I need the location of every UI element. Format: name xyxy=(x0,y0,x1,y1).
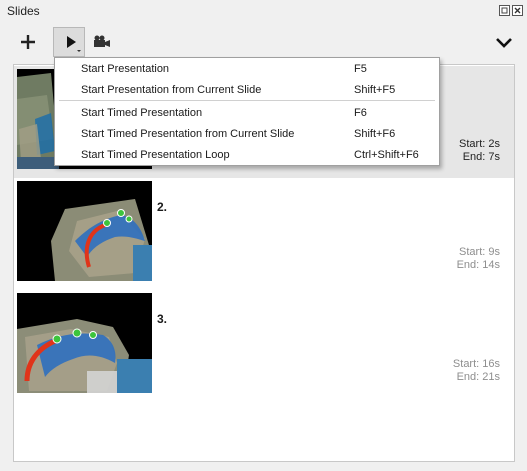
menu-item-start-timed-presentation-current-slide[interactable]: Start Timed Presentation from Current Sl… xyxy=(55,124,439,144)
slide-start-time: Start: 9s xyxy=(459,246,500,258)
float-window-icon[interactable] xyxy=(499,5,510,16)
menu-item-label: Start Presentation from Current Slide xyxy=(81,84,262,96)
play-menu-button[interactable] xyxy=(53,27,85,57)
slide-thumbnail[interactable] xyxy=(17,293,152,393)
slides-panel: Slides Start: 2s End: 7s 2. Start: 9s En… xyxy=(0,0,527,471)
play-icon xyxy=(67,36,81,52)
record-video-button[interactable] xyxy=(90,27,114,57)
menu-item-label: Start Presentation xyxy=(81,63,170,75)
slides-toolbar xyxy=(0,24,527,60)
slide-item-3[interactable]: 3. Start: 16s End: 21s xyxy=(14,290,514,402)
menu-item-shortcut: Shift+F5 xyxy=(354,84,396,96)
menu-separator xyxy=(59,100,435,101)
menu-item-shortcut: F6 xyxy=(354,107,367,119)
menu-item-shortcut: Shift+F6 xyxy=(354,128,396,140)
slide-number: 3. xyxy=(157,312,168,326)
menu-item-label: Start Timed Presentation Loop xyxy=(81,149,230,161)
video-camera-icon xyxy=(94,35,110,47)
close-icon[interactable] xyxy=(512,5,523,16)
panel-titlebar: Slides xyxy=(0,0,527,22)
plus-icon xyxy=(21,35,35,49)
slide-end-time: End: 14s xyxy=(456,259,500,271)
slide-start-time: Start: 16s xyxy=(452,358,500,370)
add-slide-button[interactable] xyxy=(13,27,43,57)
slide-item-2[interactable]: 2. Start: 9s End: 14s xyxy=(14,178,514,290)
slide-thumbnail[interactable] xyxy=(17,181,152,281)
slide-number: 2. xyxy=(157,200,168,214)
panel-title: Slides xyxy=(7,4,40,18)
menu-item-start-presentation[interactable]: Start Presentation F5 xyxy=(55,59,439,79)
menu-item-start-presentation-current-slide[interactable]: Start Presentation from Current Slide Sh… xyxy=(55,80,439,100)
menu-item-start-timed-presentation-loop[interactable]: Start Timed Presentation Loop Ctrl+Shift… xyxy=(55,145,439,165)
chevron-down-icon xyxy=(496,38,512,48)
menu-item-label: Start Timed Presentation from Current Sl… xyxy=(81,128,295,140)
menu-item-shortcut: Ctrl+Shift+F6 xyxy=(354,149,419,161)
menu-item-shortcut: F5 xyxy=(354,63,367,75)
collapse-toolbar-button[interactable] xyxy=(492,27,516,57)
play-dropdown-menu: Start Presentation F5 Start Presentation… xyxy=(54,57,440,166)
slide-end-time: End: 21s xyxy=(456,371,500,383)
menu-item-start-timed-presentation[interactable]: Start Timed Presentation F6 xyxy=(55,103,439,123)
menu-item-label: Start Timed Presentation xyxy=(81,107,203,119)
